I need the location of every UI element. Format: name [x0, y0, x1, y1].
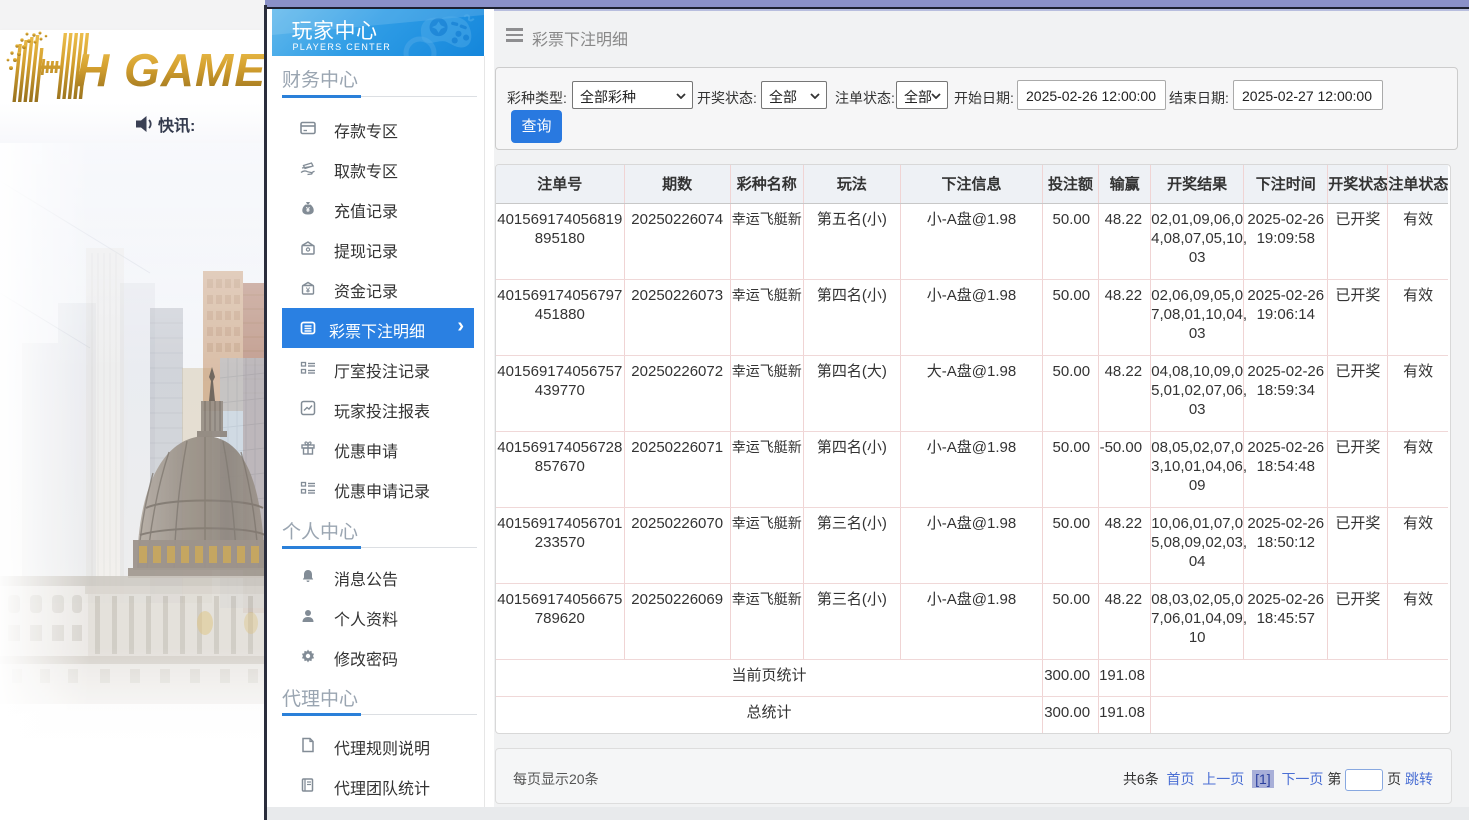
svg-text:H GAME: H GAME [76, 44, 265, 96]
svg-text:¥: ¥ [306, 286, 311, 295]
svg-text:¥: ¥ [306, 207, 310, 214]
